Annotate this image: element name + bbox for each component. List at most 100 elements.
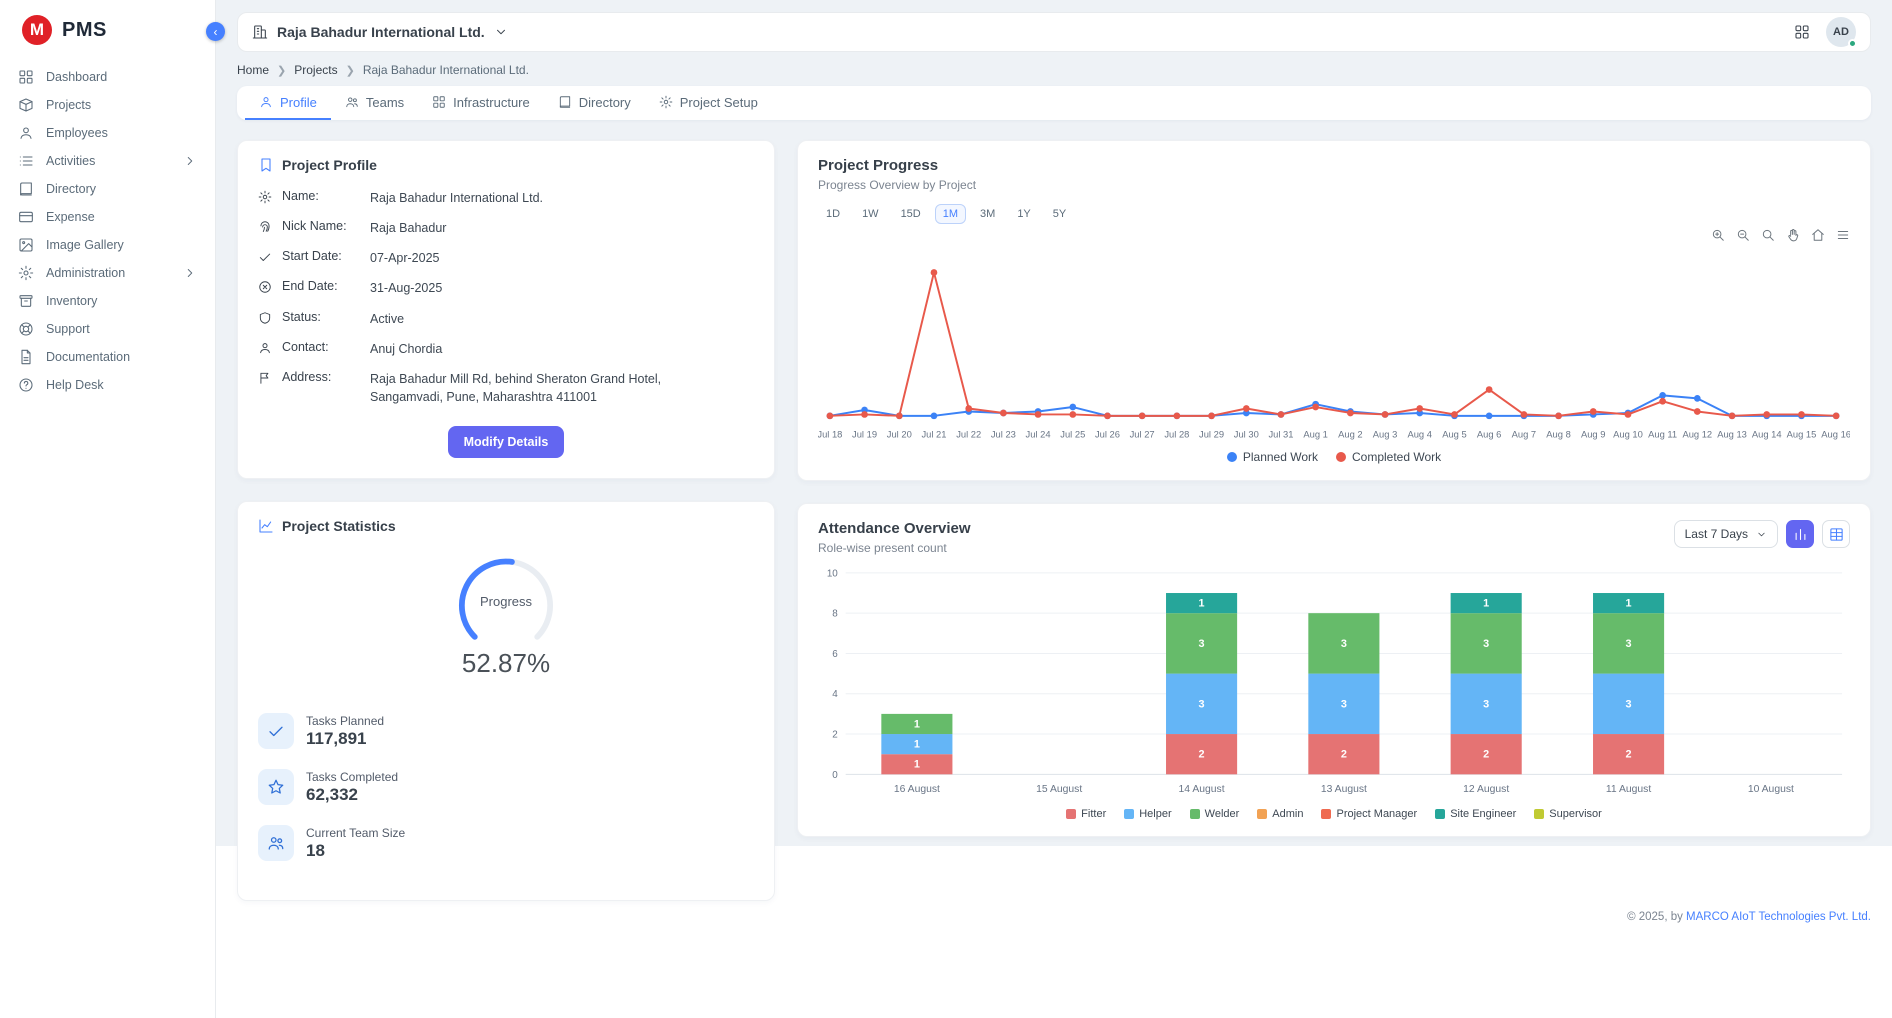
book-icon: [558, 95, 572, 109]
sidebar-item-documentation[interactable]: Documentation: [0, 343, 215, 371]
range-5y[interactable]: 5Y: [1045, 204, 1074, 224]
sidebar-item-activities[interactable]: Activities: [0, 147, 215, 175]
date-range-select[interactable]: Last 7 Days: [1674, 520, 1778, 548]
main-area: Raja Bahadur International Ltd. AD Home …: [216, 0, 1892, 846]
tab-profile[interactable]: Profile: [245, 86, 331, 120]
field-label: Address:: [282, 370, 360, 384]
fingerprint-icon: [258, 220, 272, 234]
range-1y[interactable]: 1Y: [1009, 204, 1038, 224]
profile-field-name: Name: Raja Bahadur International Ltd.: [258, 189, 754, 207]
field-value: Raja Bahadur Mill Rd, behind Sheraton Gr…: [370, 370, 700, 406]
sidebar-item-projects[interactable]: Projects: [0, 91, 215, 119]
sidebar-item-help-desk[interactable]: Help Desk: [0, 371, 215, 399]
user-avatar[interactable]: AD: [1826, 17, 1856, 47]
field-label: Start Date:: [282, 249, 360, 263]
sidebar-item-inventory[interactable]: Inventory: [0, 287, 215, 315]
sidebar-item-expense[interactable]: Expense: [0, 203, 215, 231]
svg-text:3: 3: [1483, 638, 1489, 650]
stat-value: 117,891: [306, 729, 384, 749]
sidebar-item-support[interactable]: Support: [0, 315, 215, 343]
zoom-in-icon[interactable]: [1711, 228, 1725, 244]
menu-icon[interactable]: [1836, 228, 1850, 244]
legend-item[interactable]: Completed Work: [1336, 450, 1441, 464]
svg-text:Aug 16: Aug 16: [1821, 430, 1850, 440]
bookmark-icon: [258, 157, 274, 173]
card-subtitle: Role-wise present count: [818, 541, 971, 555]
online-status-dot: [1848, 39, 1857, 48]
modify-details-button[interactable]: Modify Details: [448, 426, 565, 458]
legend-label: Admin: [1272, 808, 1303, 820]
range-1m[interactable]: 1M: [935, 204, 966, 224]
svg-text:1: 1: [1199, 598, 1205, 610]
legend-item[interactable]: Project Manager: [1321, 808, 1417, 820]
person-icon: [258, 341, 272, 355]
legend-item[interactable]: Admin: [1257, 808, 1303, 820]
profile-field-nickname: Nick Name: Raja Bahadur: [258, 219, 754, 237]
sidebar-item-label: Support: [46, 322, 90, 336]
sidebar-item-employees[interactable]: Employees: [0, 119, 215, 147]
shield-icon: [258, 311, 272, 325]
range-3m[interactable]: 3M: [972, 204, 1003, 224]
sidebar-nav: Dashboard Projects Employees Activities …: [0, 57, 215, 405]
stat-value: 62,332: [306, 785, 398, 805]
app-logo[interactable]: M PMS: [0, 0, 215, 57]
company-selector[interactable]: Raja Bahadur International Ltd.: [252, 24, 508, 40]
app-root: M PMS Dashboard Projects Employees Activ…: [0, 0, 1892, 1018]
stat-list: Tasks Planned 117,891 Tasks Completed 62…: [258, 713, 754, 861]
card-header: Project Statistics: [258, 518, 754, 534]
svg-text:Aug 10: Aug 10: [1613, 430, 1643, 440]
legend-item[interactable]: Site Engineer: [1435, 808, 1516, 820]
footer-link[interactable]: MARCO AIoT Technologies Pvt. Ltd.: [1686, 911, 1871, 923]
legend-item[interactable]: Helper: [1124, 808, 1171, 820]
reset-home-icon[interactable]: [1811, 228, 1825, 244]
sidebar-item-label: Inventory: [46, 294, 97, 308]
svg-text:Jul 30: Jul 30: [1234, 430, 1259, 440]
project-progress-card: Project Progress Progress Overview by Pr…: [797, 140, 1871, 481]
svg-text:3: 3: [1483, 699, 1489, 711]
zoom-out-icon[interactable]: [1736, 228, 1750, 244]
field-label: Contact:: [282, 340, 360, 354]
card-icon: [18, 209, 34, 225]
tab-directory[interactable]: Directory: [544, 86, 645, 120]
legend-item[interactable]: Supervisor: [1534, 808, 1602, 820]
svg-text:14 August: 14 August: [1179, 785, 1225, 796]
card-title: Project Statistics: [282, 518, 396, 534]
tab-teams[interactable]: Teams: [331, 86, 418, 120]
tab-project-setup[interactable]: Project Setup: [645, 86, 772, 120]
range-15d[interactable]: 15D: [893, 204, 929, 224]
table-view-button[interactable]: [1822, 520, 1850, 548]
selection-zoom-icon[interactable]: [1761, 228, 1775, 244]
svg-text:Aug 3: Aug 3: [1373, 430, 1398, 440]
range-1w[interactable]: 1W: [854, 204, 887, 224]
breadcrumb-projects[interactable]: Projects: [294, 63, 337, 77]
breadcrumb-home[interactable]: Home: [237, 63, 269, 77]
sidebar-collapse-button[interactable]: ‹: [206, 22, 225, 41]
legend-item[interactable]: Welder: [1190, 808, 1240, 820]
apps-grid-icon[interactable]: [1794, 24, 1810, 40]
sidebar-item-image-gallery[interactable]: Image Gallery: [0, 231, 215, 259]
sidebar-item-dashboard[interactable]: Dashboard: [0, 63, 215, 91]
legend-item[interactable]: Planned Work: [1227, 450, 1318, 464]
svg-text:1: 1: [914, 759, 920, 771]
progress-gauge: Progress: [441, 550, 571, 646]
legend-label: Site Engineer: [1450, 808, 1516, 820]
legend-label: Helper: [1139, 808, 1171, 820]
chart-view-button[interactable]: [1786, 520, 1814, 548]
people-icon: [345, 95, 359, 109]
range-1d[interactable]: 1D: [818, 204, 848, 224]
sidebar-item-administration[interactable]: Administration: [0, 259, 215, 287]
svg-text:Jul 28: Jul 28: [1164, 430, 1189, 440]
app-name: PMS: [62, 19, 107, 42]
lifebuoy-icon: [18, 321, 34, 337]
legend-item[interactable]: Fitter: [1066, 808, 1106, 820]
svg-text:11 August: 11 August: [1606, 785, 1651, 796]
field-value: Raja Bahadur International Ltd.: [370, 189, 543, 207]
sidebar-item-directory[interactable]: Directory: [0, 175, 215, 203]
tab-infrastructure[interactable]: Infrastructure: [418, 86, 544, 120]
sidebar: M PMS Dashboard Projects Employees Activ…: [0, 0, 216, 1018]
card-header: Project Progress: [818, 157, 1850, 174]
archive-icon: [18, 293, 34, 309]
card-title: Project Progress: [818, 157, 938, 174]
chevron-down-icon: [1756, 529, 1767, 540]
pan-icon[interactable]: [1786, 228, 1800, 244]
